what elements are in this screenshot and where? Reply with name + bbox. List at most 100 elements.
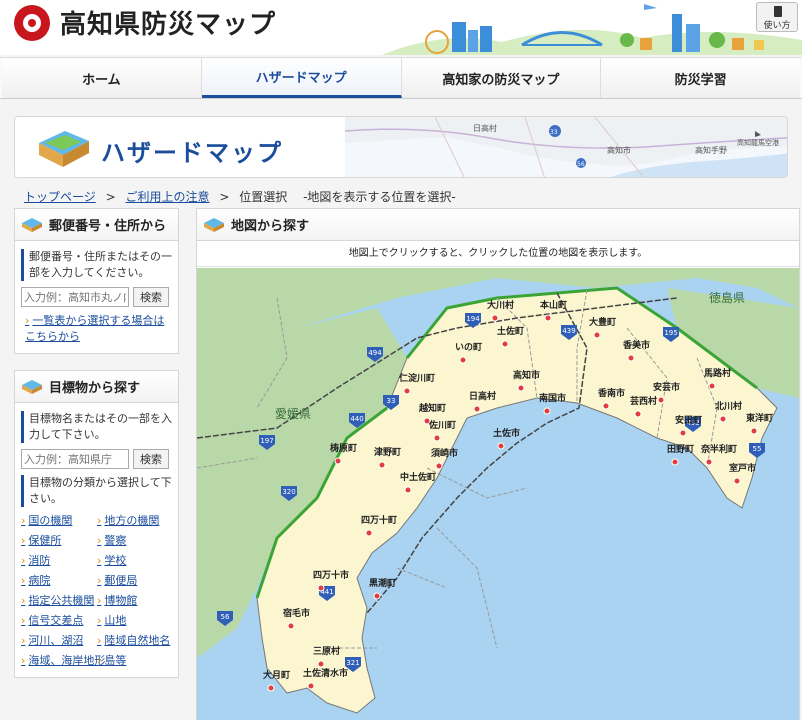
- category-link[interactable]: 地方の機関: [97, 513, 173, 529]
- page-banner: ハザードマップ 33 56 日高村 高知市 高知手野 高知龍馬空港: [14, 116, 788, 178]
- city-label: 三原村: [313, 645, 340, 657]
- category-list: 国の機関地方の機関保健所警察消防学校病院郵便局指定公共機関博物館信号交差点山地河…: [21, 513, 172, 669]
- city-marker-icon: [287, 622, 295, 630]
- category-link[interactable]: 山地: [97, 613, 173, 629]
- city-marker-icon: [708, 382, 716, 390]
- city-label: 馬路村: [703, 367, 731, 379]
- city-marker-icon: [378, 461, 386, 469]
- city-label: 日高村: [469, 390, 496, 402]
- svg-text:高知手野: 高知手野: [695, 145, 727, 155]
- city-marker-icon: [679, 429, 687, 437]
- city-label: 大月町: [263, 669, 290, 681]
- city-label: 四万十町: [361, 514, 397, 526]
- category-link[interactable]: 警察: [97, 533, 173, 549]
- postal-panel-title: 郵便番号・住所から: [49, 219, 167, 234]
- category-link[interactable]: 学校: [97, 553, 173, 569]
- breadcrumb-separator: >: [105, 190, 116, 204]
- city-marker-icon: [433, 434, 441, 442]
- city-label: 安芸市: [653, 381, 680, 393]
- city-label: 高知市: [513, 369, 540, 381]
- city-marker-icon: [634, 410, 642, 418]
- breadcrumb-current: -地図を表示する位置を選択-: [303, 190, 456, 204]
- city-label: 南国市: [539, 392, 566, 404]
- city-label: 本山町: [540, 299, 567, 311]
- prefecture-label: 愛媛県: [275, 407, 311, 421]
- category-link[interactable]: 国の機関: [21, 513, 97, 529]
- gem-icon: [204, 217, 224, 232]
- svg-text:56: 56: [577, 161, 585, 168]
- city-marker-icon: [627, 354, 635, 362]
- nav-disaster-learning[interactable]: 防災学習: [601, 58, 800, 98]
- nav-home[interactable]: ホーム: [2, 58, 202, 98]
- postal-search-input[interactable]: [21, 287, 129, 307]
- city-marker-icon: [491, 314, 499, 322]
- route-number: 440: [350, 415, 363, 423]
- city-marker-icon: [544, 314, 552, 322]
- kochi-clickable-map[interactable]: 194 439 195 494 33 440 197 493 55 320 441 56 321 大川村…: [197, 268, 799, 720]
- city-label: 大川村: [487, 299, 514, 311]
- category-link[interactable]: 保健所: [21, 533, 97, 549]
- category-link[interactable]: 島等: [97, 653, 173, 669]
- city-label: 須崎市: [430, 447, 458, 459]
- help-button[interactable]: 使い方: [756, 2, 798, 32]
- site-logo[interactable]: 高知県防災マップ: [14, 4, 276, 41]
- landmark-search-input[interactable]: [21, 449, 129, 469]
- city-label: 大豊町: [589, 316, 616, 328]
- site-header: 高知県防災マップ 使い方: [0, 0, 802, 55]
- breadcrumb-usage-link[interactable]: ご利用上の注意: [125, 190, 209, 204]
- city-marker-icon: [543, 407, 551, 415]
- main-content: 郵便番号・住所から 郵便番号・住所またはその一部を入力してください。 検索 一覧…: [0, 208, 802, 720]
- route-number: 320: [282, 488, 295, 496]
- landmark-panel-header: 目標物から探す: [15, 371, 178, 403]
- route-number: 197: [260, 437, 273, 445]
- city-label: 仁淀川町: [399, 372, 435, 384]
- category-link[interactable]: 陸域自然地名: [97, 633, 173, 649]
- map-panel-header: 地図から探す: [197, 209, 799, 241]
- category-link[interactable]: 博物館: [97, 593, 173, 609]
- city-skyline-illustration: [382, 4, 802, 55]
- city-label: 中土佐町: [400, 471, 436, 483]
- category-link[interactable]: 病院: [21, 573, 97, 589]
- category-link[interactable]: 信号交差点: [21, 613, 97, 629]
- city-marker-icon: [657, 396, 665, 404]
- city-label: 北川村: [715, 400, 742, 412]
- city-marker-icon: [501, 340, 509, 348]
- city-marker-icon: [459, 356, 467, 364]
- city-label: 土佐町: [497, 325, 524, 337]
- breadcrumb-top-link[interactable]: トップページ: [24, 190, 96, 204]
- category-link[interactable]: 指定公共機関: [21, 593, 97, 609]
- main-nav: ホーム ハザードマップ 高知家の防災マップ 防災学習: [0, 57, 802, 99]
- city-marker-icon: [435, 462, 443, 470]
- city-label: 越知町: [418, 402, 446, 414]
- svg-text:33: 33: [550, 129, 558, 136]
- landmark-search-button[interactable]: 検索: [133, 449, 169, 469]
- kochi-map-svg[interactable]: 194439 195494334401974935532044156321 大川村…: [197, 268, 799, 720]
- postal-panel-header: 郵便番号・住所から: [15, 209, 178, 241]
- category-link[interactable]: 海域、海岸地形: [21, 653, 105, 669]
- category-link[interactable]: 郵便局: [97, 573, 173, 589]
- postal-description: 郵便番号・住所またはその一部を入力してください。: [21, 249, 172, 281]
- category-link[interactable]: 河川、湖沼: [21, 633, 97, 649]
- gem-icon: [22, 217, 42, 232]
- route-number: 55: [753, 445, 762, 453]
- svg-text:高知龍馬空港: 高知龍馬空港: [737, 138, 779, 147]
- breadcrumb-location: 位置選択: [239, 190, 288, 204]
- city-marker-icon: [719, 415, 727, 423]
- city-label: 梼原町: [330, 442, 357, 454]
- city-marker-icon: [593, 331, 601, 339]
- postal-list-link[interactable]: 一覧表から選択する場合はこちらから: [21, 313, 172, 345]
- route-number: 494: [368, 349, 382, 357]
- page-title: ハザードマップ: [101, 139, 283, 167]
- category-description: 目標物の分類から選択して下さい。: [21, 475, 172, 507]
- city-label: 奈半利町: [700, 443, 737, 455]
- city-marker-icon: [317, 584, 325, 592]
- banner-map-illustration: 33 56 日高村 高知市 高知手野 高知龍馬空港: [345, 117, 787, 177]
- route-number: 194: [466, 315, 480, 323]
- nav-hazard-map[interactable]: ハザードマップ: [201, 58, 402, 98]
- route-number: 321: [346, 659, 359, 667]
- route-number: 33: [387, 397, 396, 405]
- postal-search-button[interactable]: 検索: [133, 287, 169, 307]
- landmark-search-panel: 目標物から探す 目標物名またはその一部を入力して下さい。 検索 目標物の分類から…: [14, 370, 179, 678]
- category-link[interactable]: 消防: [21, 553, 97, 569]
- nav-kochi-disaster-map[interactable]: 高知家の防災マップ: [401, 58, 602, 98]
